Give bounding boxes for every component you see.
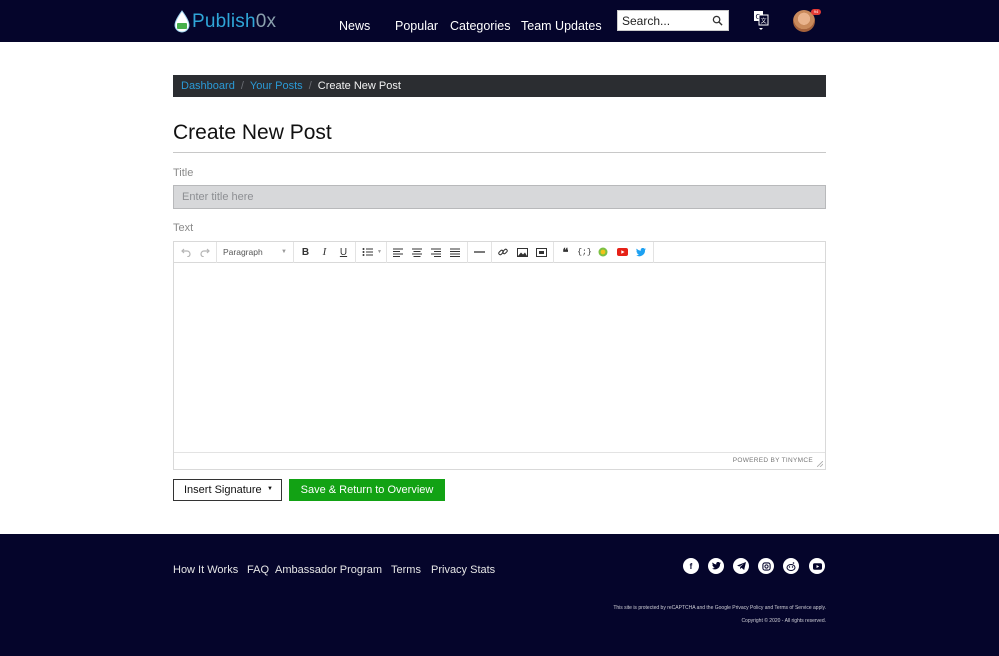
title-field-label: Title: [173, 167, 194, 179]
title-placeholder: Enter title here: [182, 191, 254, 203]
logo-brand-text: Publish: [192, 11, 256, 32]
recaptcha-notice: This site is protected by reCAPTCHA and …: [613, 605, 826, 611]
emoji-icon[interactable]: [594, 243, 613, 262]
format-select[interactable]: Paragraph ▼: [219, 243, 291, 262]
editor-toolbar: Paragraph ▼ B I U ▼ ❝ {;}: [174, 241, 825, 263]
footer-link-faq[interactable]: FAQ: [247, 564, 269, 576]
telegram-icon[interactable]: [733, 558, 749, 574]
youtube-icon[interactable]: [809, 558, 825, 574]
twitter-icon[interactable]: [632, 243, 651, 262]
breadcrumb-current: Create New Post: [317, 80, 401, 92]
notification-badge: 94: [811, 9, 821, 15]
svg-text:文: 文: [761, 17, 767, 25]
search-icon[interactable]: [712, 15, 723, 26]
logo-drop-icon: [174, 10, 190, 33]
breadcrumb-separator: /: [240, 80, 244, 92]
horizontal-rule-icon[interactable]: [470, 243, 489, 262]
media-icon[interactable]: [532, 243, 551, 262]
reddit-icon[interactable]: [783, 558, 799, 574]
save-return-label: Save & Return to Overview: [300, 484, 434, 496]
insert-signature-label: Insert Signature: [184, 484, 262, 496]
copyright-text: Copyright © 2020 - All rights reserved.: [741, 618, 826, 624]
logo-suffix-text: 0x: [255, 11, 277, 32]
footer-link-privacy-stats[interactable]: Privacy Stats: [431, 564, 495, 576]
code-icon[interactable]: {;}: [575, 243, 594, 262]
nav-popular[interactable]: Popular: [395, 19, 438, 33]
breadcrumb: Dashboard / Your Posts / Create New Post: [173, 75, 826, 97]
align-center-icon[interactable]: [408, 243, 427, 262]
top-navbar: Publish0x News Popular Categories Team U…: [0, 0, 999, 42]
footer-link-terms[interactable]: Terms: [391, 564, 421, 576]
title-divider: [173, 152, 826, 153]
footer-link-ambassador-program[interactable]: Ambassador Program: [275, 564, 382, 576]
format-select-value: Paragraph: [223, 247, 263, 257]
footer-link-how-it-works[interactable]: How It Works: [173, 564, 238, 576]
bullet-list-icon[interactable]: [358, 243, 377, 262]
editor-statusbar: POWERED BY TINYMCE: [174, 452, 825, 469]
caret-down-icon: ▼: [267, 486, 273, 492]
save-return-button[interactable]: Save & Return to Overview: [289, 479, 445, 501]
redo-icon[interactable]: [195, 243, 214, 262]
breadcrumb-your-posts[interactable]: Your Posts: [250, 80, 303, 92]
page-title: Create New Post: [173, 121, 332, 144]
post-title-input[interactable]: Enter title here: [173, 185, 826, 209]
align-justify-icon[interactable]: [446, 243, 465, 262]
image-icon[interactable]: [513, 243, 532, 262]
search-placeholder: Search...: [622, 13, 671, 28]
translate-icon[interactable]: G 文: [753, 10, 769, 32]
search-input[interactable]: Search...: [617, 10, 729, 31]
site-footer: How It Works FAQ Ambassador Program Term…: [0, 534, 999, 656]
breadcrumb-dashboard[interactable]: Dashboard: [181, 80, 235, 92]
italic-icon[interactable]: I: [315, 243, 334, 262]
editor-content-area[interactable]: [174, 263, 825, 453]
text-field-label: Text: [173, 222, 194, 234]
twitter-icon[interactable]: [708, 558, 724, 574]
nav-categories[interactable]: Categories: [450, 19, 510, 33]
instagram-icon[interactable]: [758, 558, 774, 574]
nav-team-updates[interactable]: Team Updates: [521, 19, 602, 33]
underline-icon[interactable]: U: [334, 243, 353, 262]
bold-icon[interactable]: B: [296, 243, 315, 262]
rich-text-editor: Paragraph ▼ B I U ▼ ❝ {;} POWERED BY TIN…: [173, 241, 826, 470]
align-right-icon[interactable]: [427, 243, 446, 262]
breadcrumb-separator: /: [308, 80, 312, 92]
chevron-down-icon: ▼: [281, 249, 287, 255]
resize-handle-icon[interactable]: [817, 461, 823, 467]
powered-by-tinymce[interactable]: POWERED BY TINYMCE: [733, 457, 813, 464]
chevron-down-icon[interactable]: ▼: [377, 249, 384, 255]
blockquote-icon[interactable]: ❝: [556, 243, 575, 262]
link-icon[interactable]: [494, 243, 513, 262]
site-logo[interactable]: Publish0x: [173, 8, 276, 36]
undo-icon[interactable]: [176, 243, 195, 262]
facebook-icon[interactable]: f: [683, 558, 699, 574]
align-left-icon[interactable]: [389, 243, 408, 262]
youtube-icon[interactable]: [613, 243, 632, 262]
nav-news[interactable]: News: [339, 19, 370, 33]
insert-signature-button[interactable]: Insert Signature ▼: [173, 479, 282, 501]
